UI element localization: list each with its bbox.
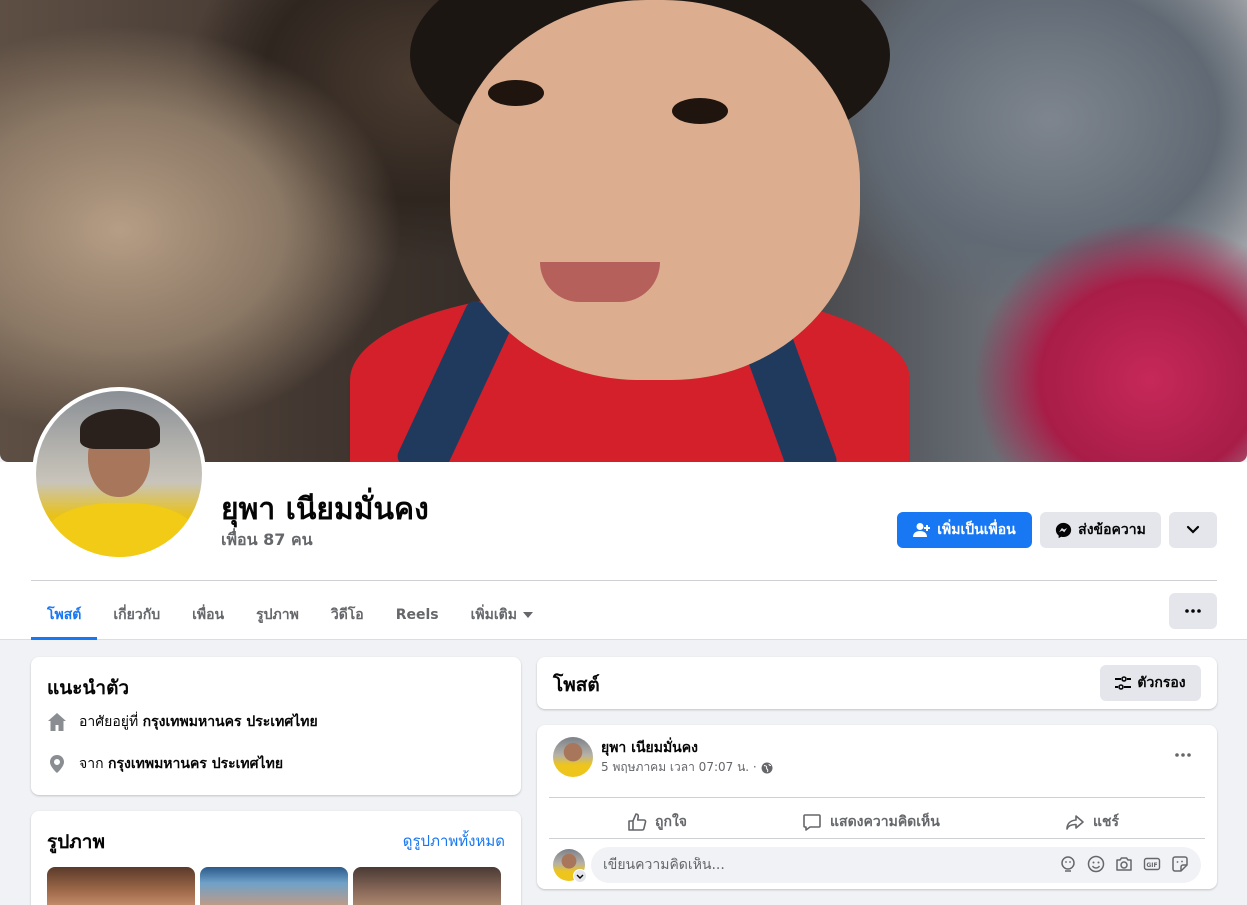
camera-icon[interactable] xyxy=(1115,855,1133,873)
photos-card: รูปภาพ ดูรูปภาพทั้งหมด xyxy=(31,811,521,905)
sticker-icon[interactable] xyxy=(1171,855,1189,873)
location-pin-icon xyxy=(50,755,64,773)
globe-icon xyxy=(761,762,773,773)
friends-count[interactable]: เพื่อน 87 คน xyxy=(221,528,313,553)
tab-friends[interactable]: เพื่อน xyxy=(176,590,240,640)
comment-icon xyxy=(803,814,821,831)
like-button[interactable]: ถูกใจ xyxy=(627,805,687,839)
post-timestamp[interactable]: 5 พฤษภาคม เวลา 07:07 น. · xyxy=(601,758,757,777)
add-friend-icon xyxy=(913,523,931,537)
intro-title: แนะนำตัว xyxy=(47,677,130,699)
header-divider xyxy=(31,580,1217,581)
profile-avatar-image xyxy=(36,391,202,557)
comment-input[interactable] xyxy=(603,857,1043,873)
intro-from-value[interactable]: กรุงเทพมหานคร ประเทศไทย xyxy=(108,756,283,772)
filter-label: ตัวกรอง xyxy=(1137,675,1186,691)
post-divider xyxy=(549,838,1205,839)
intro-from: จาก กรุงเทพมหานคร ประเทศไทย xyxy=(47,753,283,775)
svg-text:GIF: GIF xyxy=(1146,862,1157,869)
tab-photos[interactable]: รูปภาพ xyxy=(240,590,315,640)
message-label: ส่งข้อความ xyxy=(1078,522,1146,538)
more-dots-icon xyxy=(1185,609,1201,613)
intro-lives-in-value[interactable]: กรุงเทพมหานคร ประเทศไทย xyxy=(143,714,318,730)
add-friend-button[interactable]: เพิ่มเป็นเพื่อน xyxy=(897,512,1032,548)
filter-button[interactable]: ตัวกรอง xyxy=(1100,665,1201,701)
share-button[interactable]: แชร์ xyxy=(1065,805,1119,839)
message-button[interactable]: ส่งข้อความ xyxy=(1040,512,1161,548)
thumbs-up-icon xyxy=(628,813,647,831)
photo-thumbnail[interactable] xyxy=(353,867,501,905)
comment-button[interactable]: แสดงความคิดเห็น xyxy=(802,805,940,839)
tab-videos[interactable]: วิดีโอ xyxy=(315,590,380,640)
photo-thumbnail[interactable] xyxy=(47,867,195,905)
comment-label: แสดงความคิดเห็น xyxy=(830,814,940,830)
intro-from-prefix: จาก xyxy=(79,756,104,772)
photos-title: รูปภาพ xyxy=(47,831,105,853)
cover-photo[interactable] xyxy=(0,0,1247,462)
posts-header-card: โพสต์ ตัวกรอง xyxy=(537,657,1217,709)
intro-lives-in: อาศัยอยู่ที่ กรุงเทพมหานคร ประเทศไทย xyxy=(47,711,318,733)
avatar-hair xyxy=(80,409,160,449)
filter-icon xyxy=(1115,676,1132,690)
caret-down-icon xyxy=(522,612,533,618)
share-icon xyxy=(1066,815,1084,830)
cover-photo-eye xyxy=(488,80,544,106)
cover-photo-face xyxy=(450,0,860,380)
post-author-name[interactable]: ยุพา เนียมมั่นคง xyxy=(601,737,698,759)
post-author-avatar[interactable] xyxy=(553,737,593,777)
share-label: แชร์ xyxy=(1093,814,1120,830)
add-friend-label: เพิ่มเป็นเพื่อน xyxy=(937,522,1016,538)
post-meta: 5 พฤษภาคม เวลา 07:07 น. · xyxy=(601,758,773,777)
intro-lives-in-prefix: อาศัยอยู่ที่ xyxy=(79,714,139,730)
post-options-button[interactable] xyxy=(1165,737,1201,773)
post-card: ยุพา เนียมมั่นคง 5 พฤษภาคม เวลา 07:07 น.… xyxy=(537,725,1217,889)
tab-posts[interactable]: โพสต์ xyxy=(31,590,98,640)
tab-more-label: เพิ่มเติม xyxy=(470,607,517,623)
messenger-icon xyxy=(1056,522,1072,538)
chevron-down-icon xyxy=(1186,525,1200,534)
gif-icon[interactable]: GIF xyxy=(1143,855,1161,873)
post-divider xyxy=(549,797,1205,798)
emoji-icon[interactable] xyxy=(1087,855,1105,873)
more-dots-icon xyxy=(1175,753,1191,757)
tab-about[interactable]: เกี่ยวกับ xyxy=(97,590,176,640)
comment-box: GIF xyxy=(591,847,1201,883)
comment-tools: GIF xyxy=(1059,855,1189,873)
home-icon xyxy=(48,713,66,731)
profile-dropdown-button[interactable] xyxy=(1169,512,1217,548)
posts-title: โพสต์ xyxy=(553,674,600,696)
profile-tabs: โพสต์ เกี่ยวกับ เพื่อน รูปภาพ วิดีโอ Ree… xyxy=(31,590,549,640)
see-all-photos-link[interactable]: ดูรูปภาพทั้งหมด xyxy=(403,829,505,853)
avatar-shirt xyxy=(46,503,196,557)
commenter-chevron-icon[interactable] xyxy=(573,869,587,883)
tab-reels[interactable]: Reels xyxy=(380,590,455,640)
avatar-sticker-icon[interactable] xyxy=(1059,855,1077,873)
photo-thumbnail[interactable] xyxy=(200,867,348,905)
tab-more[interactable]: เพิ่มเติม xyxy=(455,590,549,640)
tabs-more-options-button[interactable] xyxy=(1169,593,1217,629)
cover-photo-eye xyxy=(672,98,728,124)
profile-avatar[interactable] xyxy=(32,387,206,561)
profile-name: ยุพา เนียมมั่นคง xyxy=(221,492,429,527)
like-label: ถูกใจ xyxy=(655,814,687,830)
intro-card: แนะนำตัว อาศัยอยู่ที่ กรุงเทพมหานคร ประเ… xyxy=(31,657,521,795)
